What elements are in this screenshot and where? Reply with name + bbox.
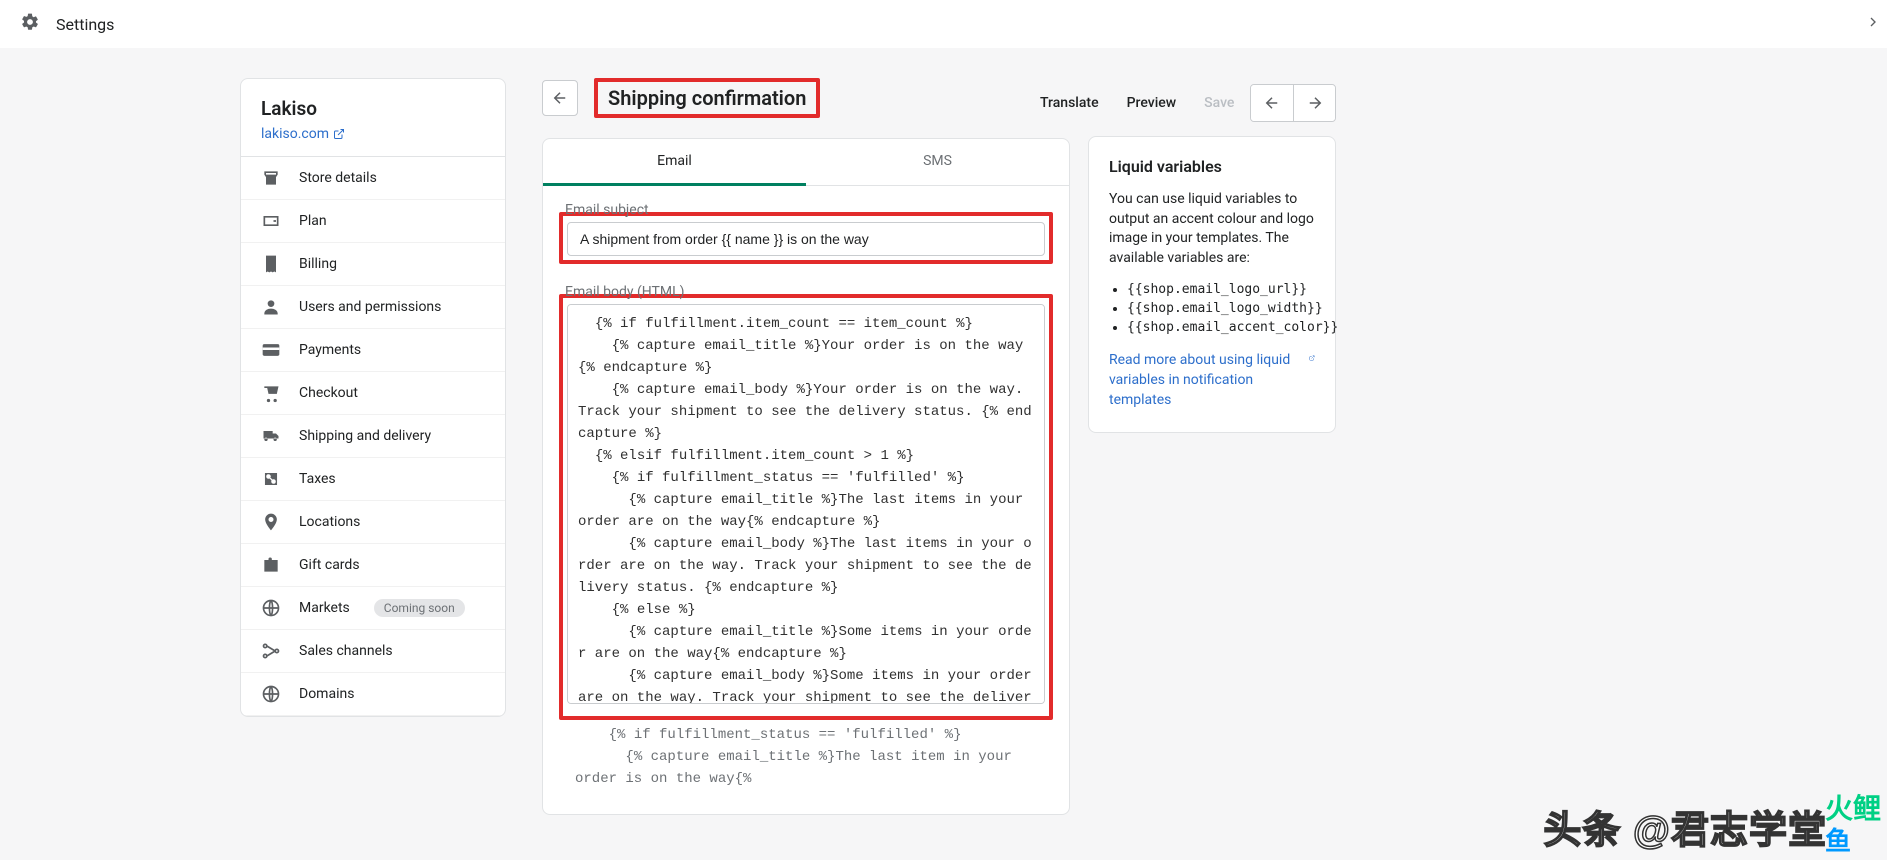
sidebar-item-label: Users and permissions	[299, 299, 441, 315]
external-link-icon	[333, 128, 345, 140]
topbar: Settings	[0, 0, 1887, 48]
sidebar-item-label: Markets	[299, 600, 350, 616]
sidebar-item-domains[interactable]: Domains	[241, 673, 505, 716]
sidebar-item-label: Shipping and delivery	[299, 428, 431, 444]
preview-link[interactable]: Preview	[1127, 95, 1177, 111]
sidebar-item-label: Checkout	[299, 385, 358, 401]
sidebar-item-markets[interactable]: Markets Coming soon	[241, 587, 505, 630]
sidebar-item-channels[interactable]: Sales channels	[241, 630, 505, 673]
sidebar-item-taxes[interactable]: Taxes	[241, 458, 505, 501]
back-button[interactable]	[542, 80, 578, 116]
tab-sms[interactable]: SMS	[806, 139, 1069, 185]
info-link[interactable]: Read more about using liquid variables i…	[1109, 351, 1315, 410]
store-name: Lakiso	[261, 97, 485, 120]
top-title: Settings	[56, 15, 114, 34]
body-label: Email body (HTML)	[565, 284, 1045, 300]
external-link-icon	[1309, 352, 1315, 364]
globe-icon	[261, 684, 281, 704]
store-icon	[261, 168, 281, 188]
header-actions: Translate Preview Save	[1040, 84, 1336, 122]
page-title: Shipping confirmation	[598, 82, 816, 114]
store-url-text: lakiso.com	[261, 126, 329, 142]
pin-icon	[261, 512, 281, 532]
variable-item: {{shop.email_logo_width}}	[1127, 299, 1315, 318]
subject-highlight: Email subject	[559, 212, 1053, 264]
subject-input[interactable]	[567, 222, 1045, 256]
coming-soon-badge: Coming soon	[374, 599, 465, 617]
watermark-text: 头条 @君志学堂	[1543, 799, 1827, 854]
sidebar-item-plan[interactable]: Plan	[241, 200, 505, 243]
sidebar-item-store-details[interactable]: Store details	[241, 157, 505, 200]
receipt-icon	[261, 254, 281, 274]
store-url-link[interactable]: lakiso.com	[261, 126, 345, 142]
sidebar-item-giftcards[interactable]: Gift cards	[241, 544, 505, 587]
sidebar-item-users[interactable]: Users and permissions	[241, 286, 505, 329]
notification-card: Email SMS Email subject Email body (HTML…	[542, 138, 1070, 815]
variable-item: {{shop.email_logo_url}}	[1127, 280, 1315, 299]
sidebar-item-label: Plan	[299, 213, 327, 229]
channels-icon	[261, 641, 281, 661]
info-link-text: Read more about using liquid variables i…	[1109, 351, 1305, 410]
liquid-variables-card: Liquid variables You can use liquid vari…	[1088, 136, 1336, 433]
sidebar-item-label: Domains	[299, 686, 354, 702]
user-icon	[261, 297, 281, 317]
info-title: Liquid variables	[1109, 157, 1315, 176]
save-button: Save	[1204, 95, 1234, 111]
sidebar-item-label: Gift cards	[299, 557, 360, 573]
sidebar-item-label: Locations	[299, 514, 360, 530]
sidebar-item-label: Taxes	[299, 471, 336, 487]
sidebar-item-checkout[interactable]: Checkout	[241, 372, 505, 415]
tab-email[interactable]: Email	[543, 139, 806, 186]
wallet-icon	[261, 211, 281, 231]
chevron-right-icon[interactable]	[1865, 14, 1881, 34]
next-template-button[interactable]	[1293, 85, 1335, 121]
nav-arrow-group	[1250, 84, 1336, 122]
watermark-logo: 火鲤 鱼	[1825, 787, 1881, 858]
sidebar-item-label: Payments	[299, 342, 361, 358]
body-highlight: Email body (HTML)	[559, 294, 1053, 720]
variable-list: {{shop.email_logo_url}} {{shop.email_log…	[1109, 280, 1315, 337]
page-header: Shipping confirmation	[542, 78, 1070, 118]
sidebar-item-shipping[interactable]: Shipping and delivery	[241, 415, 505, 458]
truck-icon	[261, 426, 281, 446]
gear-icon	[20, 12, 40, 36]
body-overflow-text: {% if fulfillment_status == 'fulfilled' …	[563, 720, 1049, 794]
subject-label: Email subject	[565, 202, 1045, 218]
store-block: Lakiso lakiso.com	[241, 79, 505, 156]
settings-sidebar: Lakiso lakiso.com Store details Plan Bil…	[240, 78, 506, 717]
sidebar-item-label: Sales channels	[299, 643, 393, 659]
gift-icon	[261, 555, 281, 575]
sidebar-item-label: Store details	[299, 170, 377, 186]
card-icon	[261, 340, 281, 360]
page-title-highlight: Shipping confirmation	[594, 78, 820, 118]
tab-row: Email SMS	[543, 139, 1069, 186]
body-textarea[interactable]	[567, 304, 1045, 704]
variable-item: {{shop.email_accent_color}}	[1127, 318, 1315, 337]
sidebar-item-payments[interactable]: Payments	[241, 329, 505, 372]
cart-icon	[261, 383, 281, 403]
translate-link[interactable]: Translate	[1040, 95, 1099, 111]
globe-icon	[261, 598, 281, 618]
sidebar-item-locations[interactable]: Locations	[241, 501, 505, 544]
sidebar-item-label: Billing	[299, 256, 337, 272]
info-text: You can use liquid variables to output a…	[1109, 190, 1315, 268]
sidebar-item-billing[interactable]: Billing	[241, 243, 505, 286]
percent-icon	[261, 469, 281, 489]
prev-template-button[interactable]	[1251, 85, 1293, 121]
